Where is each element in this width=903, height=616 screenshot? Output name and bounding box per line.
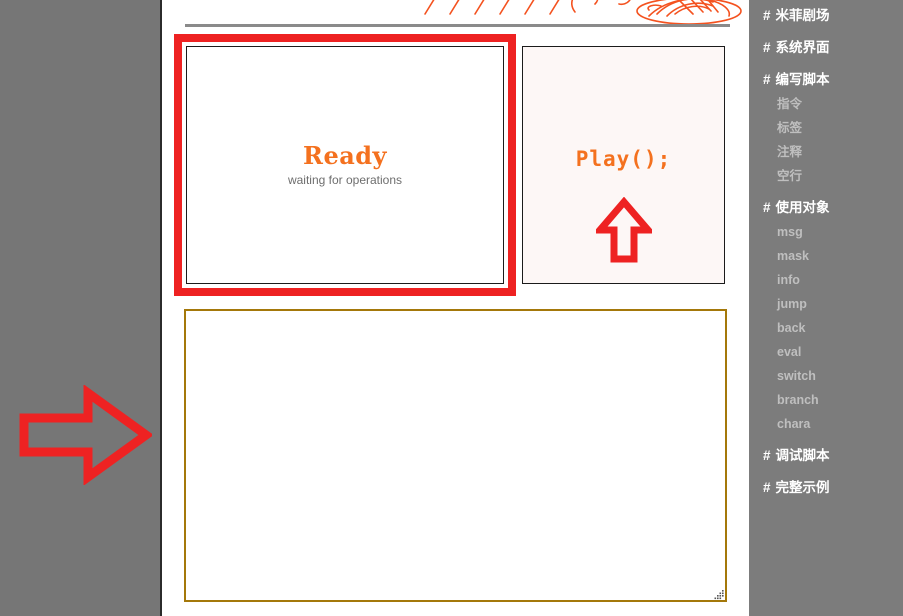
sidebar-section-gap [749, 436, 903, 444]
sidebar-item-13[interactable]: eval [749, 340, 903, 364]
sidebar-item-label: 编写脚本 [775, 72, 830, 87]
sidebar-navigation: # 米菲剧场 # 系统界面 # 编写脚本指令标签注释空行 # 使用对象 msg mask info j… [749, 0, 903, 616]
hash-icon: # [763, 448, 771, 463]
sidebar-item-9[interactable]: mask [749, 244, 903, 268]
status-title: Ready [303, 141, 387, 171]
sidebar-item-label: 调试脚本 [775, 448, 830, 463]
sidebar-item-11[interactable]: jump [749, 292, 903, 316]
sidebar-item-10[interactable]: info [749, 268, 903, 292]
sidebar-item-label: info [777, 273, 800, 287]
sidebar-item-6[interactable]: 空行 [749, 164, 903, 188]
sidebar-item-section-1[interactable]: # 系统界面 [749, 36, 903, 60]
document-page: Ready waiting for operations Play(); [160, 0, 749, 616]
sidebar-section-gap [749, 188, 903, 196]
sidebar-item-label: 完整示例 [775, 480, 830, 495]
sidebar-item-section-18[interactable]: # 完整示例 [749, 476, 903, 500]
sidebar-item-16[interactable]: chara [749, 412, 903, 436]
sidebar-item-section-0[interactable]: # 米菲剧场 [749, 4, 903, 28]
sidebar-item-label: jump [777, 297, 807, 311]
textarea-resize-handle[interactable] [713, 588, 725, 600]
sidebar-item-label: 系统界面 [775, 40, 830, 55]
play-code-label: Play(); [575, 147, 672, 171]
sidebar-item-label: 标签 [777, 121, 803, 135]
sidebar-section-gap [749, 60, 903, 68]
sidebar-item-section-17[interactable]: # 调试脚本 [749, 444, 903, 468]
play-action-panel[interactable]: Play(); [522, 46, 725, 284]
sidebar-section-gap [749, 28, 903, 36]
sidebar-item-label: 注释 [777, 145, 803, 159]
sidebar-item-14[interactable]: switch [749, 364, 903, 388]
sidebar-item-label: 米菲剧场 [775, 8, 830, 23]
sidebar-item-8[interactable]: msg [749, 220, 903, 244]
sidebar-item-4[interactable]: 标签 [749, 116, 903, 140]
script-input-textarea[interactable] [184, 309, 727, 602]
hash-icon: # [763, 200, 771, 215]
hash-icon: # [763, 40, 771, 55]
sidebar-item-section-2[interactable]: # 编写脚本 [749, 68, 903, 92]
sidebar-item-5[interactable]: 注释 [749, 140, 903, 164]
sidebar-item-12[interactable]: back [749, 316, 903, 340]
sidebar-item-label: switch [777, 369, 816, 383]
handwritten-scribble-annotation [424, 0, 742, 25]
sidebar-item-section-7[interactable]: # 使用对象 [749, 196, 903, 220]
sidebar-item-label: chara [777, 417, 811, 431]
sidebar-item-label: back [777, 321, 806, 335]
sidebar-item-label: msg [777, 225, 803, 239]
sidebar-item-label: 指令 [777, 97, 803, 111]
up-pointer-arrow-annotation [595, 197, 652, 263]
left-pointer-arrow-annotation [19, 385, 152, 485]
sidebar-item-label: mask [777, 249, 809, 263]
hash-icon: # [763, 72, 771, 87]
horizontal-rule [185, 24, 730, 27]
hash-icon: # [763, 8, 771, 23]
sidebar-item-label: 使用对象 [775, 200, 830, 215]
sidebar-item-label: 空行 [777, 169, 803, 183]
sidebar-section-gap [749, 468, 903, 476]
status-subtitle: waiting for operations [287, 172, 403, 187]
sidebar-item-label: branch [777, 393, 819, 407]
hash-icon: # [763, 480, 771, 495]
status-preview-panel[interactable]: Ready waiting for operations [186, 46, 504, 284]
sidebar-item-15[interactable]: branch [749, 388, 903, 412]
sidebar-item-3[interactable]: 指令 [749, 92, 903, 116]
sidebar-item-label: eval [777, 345, 802, 359]
